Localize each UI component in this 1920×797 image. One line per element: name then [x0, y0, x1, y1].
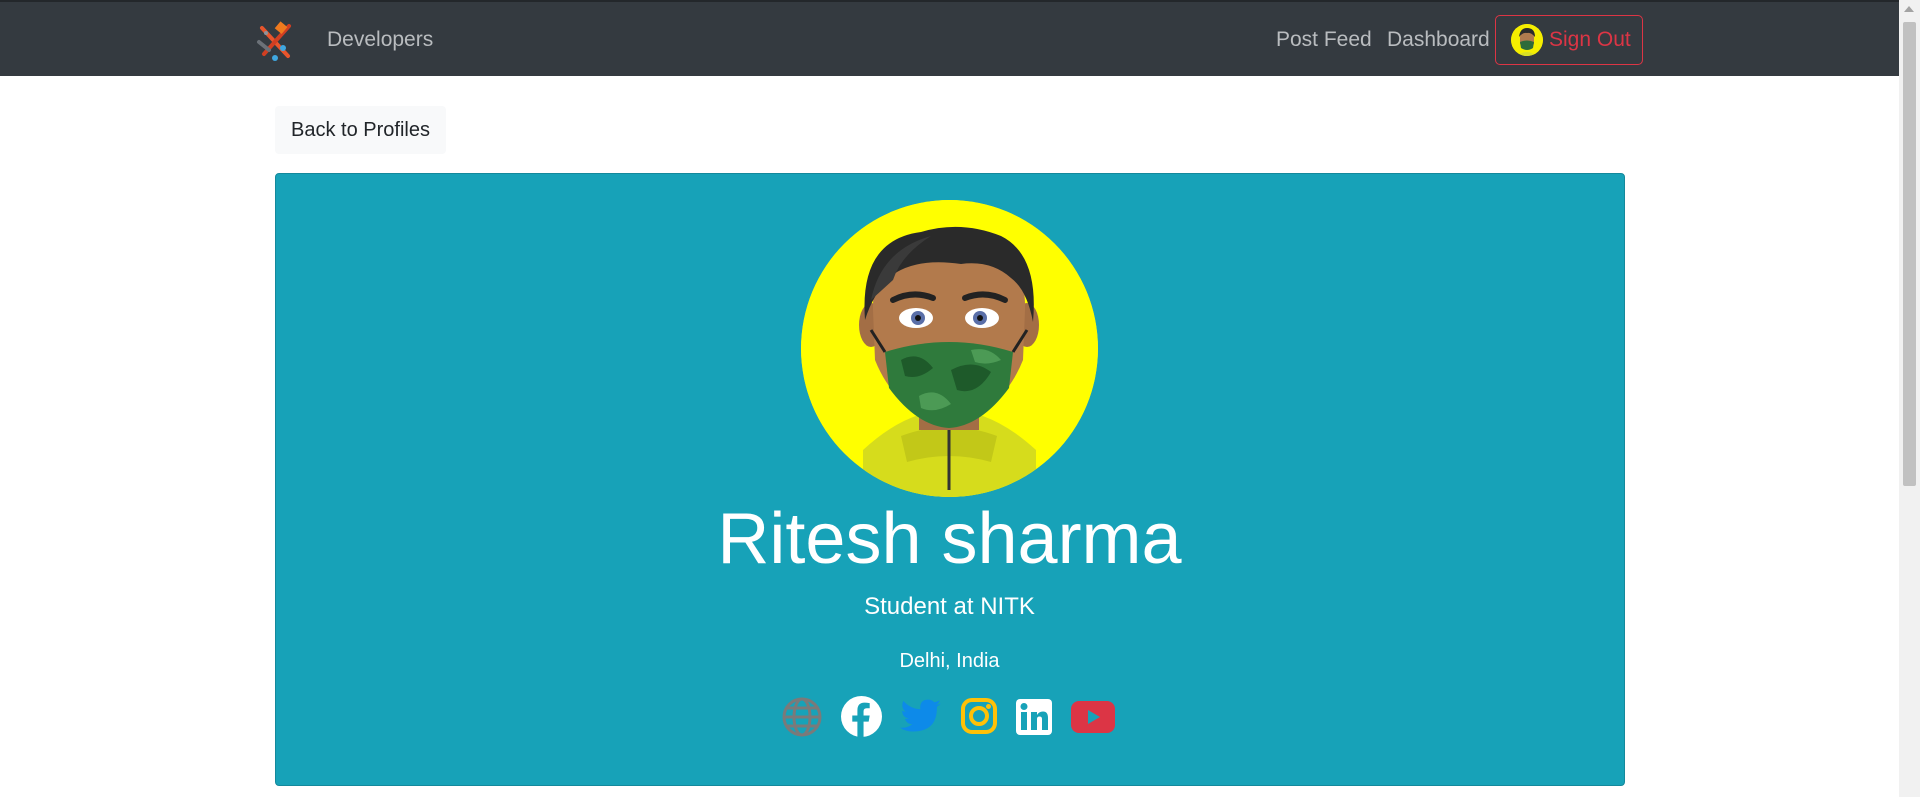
- profile-avatar: [801, 200, 1098, 497]
- scrollbar-thumb[interactable]: [1903, 22, 1916, 486]
- back-to-profiles-button[interactable]: Back to Profiles: [275, 106, 446, 154]
- youtube-icon[interactable]: [1071, 701, 1115, 733]
- page-scrollbar[interactable]: [1899, 0, 1920, 797]
- navbar: Developers Post Feed Dashboard Sign Out: [0, 0, 1899, 76]
- nav-dashboard-link[interactable]: Dashboard: [1387, 28, 1490, 52]
- scroll-up-arrow-icon[interactable]: [1904, 6, 1914, 12]
- nav-post-feed-link[interactable]: Post Feed: [1276, 28, 1372, 52]
- user-avatar-icon: [1511, 24, 1543, 56]
- globe-icon[interactable]: [782, 697, 822, 737]
- profile-name: Ritesh sharma: [717, 499, 1182, 579]
- sign-out-button[interactable]: Sign Out: [1495, 15, 1643, 65]
- linkedin-icon[interactable]: [1016, 699, 1052, 735]
- nav-developers-link[interactable]: Developers: [327, 28, 433, 52]
- twitter-icon[interactable]: [900, 699, 942, 735]
- profile-location: Delhi, India: [899, 650, 1000, 672]
- sign-out-label: Sign Out: [1549, 28, 1631, 51]
- brand-logo-icon[interactable]: [255, 20, 297, 62]
- instagram-icon[interactable]: [960, 697, 998, 735]
- facebook-icon[interactable]: [841, 696, 882, 737]
- profile-status: Student at NITK: [864, 593, 1035, 620]
